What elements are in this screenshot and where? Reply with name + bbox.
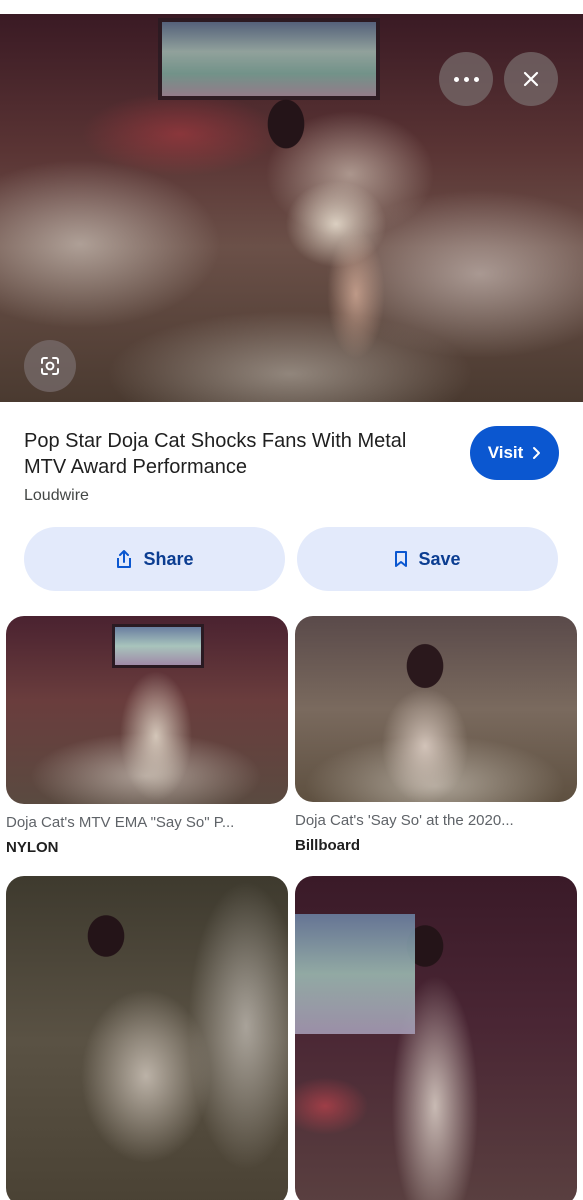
related-thumbnail[interactable]	[295, 616, 577, 802]
lens-search-icon	[41, 357, 59, 375]
thumbnail-screen	[295, 914, 415, 1034]
chevron-right-icon	[533, 447, 541, 459]
related-source: Billboard	[295, 837, 361, 854]
result-source: Loudwire	[24, 487, 89, 504]
hero-image[interactable]	[0, 14, 583, 402]
close-icon	[523, 71, 539, 87]
related-result-card[interactable]	[6, 876, 288, 1200]
related-thumbnail[interactable]	[6, 876, 288, 1200]
related-result-card[interactable]: Doja Cat's 'Say So' at the 2020... Billb…	[295, 616, 577, 854]
share-icon	[117, 550, 132, 568]
bookmark-icon	[395, 551, 408, 567]
related-caption[interactable]: Doja Cat's MTV EMA "Say So" P...	[6, 814, 288, 831]
related-thumbnail[interactable]	[295, 876, 577, 1200]
save-button[interactable]: Save	[297, 527, 558, 591]
visit-button[interactable]: Visit	[470, 426, 559, 480]
related-thumbnail[interactable]	[6, 616, 288, 804]
more-options-button[interactable]	[439, 52, 493, 106]
close-button[interactable]	[504, 52, 558, 106]
more-horizontal-icon	[453, 76, 479, 82]
related-result-card[interactable]	[295, 876, 577, 1200]
thumbnail-screen	[112, 624, 204, 668]
hero-performer	[236, 74, 416, 374]
related-source: NYLON	[6, 839, 59, 856]
save-label: Save	[418, 548, 461, 569]
lens-search-button[interactable]	[24, 340, 76, 392]
visit-label: Visit	[487, 443, 524, 462]
status-bar-area	[0, 0, 583, 14]
related-result-card[interactable]: Doja Cat's MTV EMA "Say So" P... NYLON	[6, 616, 288, 856]
share-label: Share	[143, 548, 194, 569]
share-button[interactable]: Share	[24, 527, 285, 591]
related-caption[interactable]: Doja Cat's 'Say So' at the 2020...	[295, 812, 577, 829]
result-title[interactable]: Pop Star Doja Cat Shocks Fans With Metal…	[24, 428, 444, 480]
